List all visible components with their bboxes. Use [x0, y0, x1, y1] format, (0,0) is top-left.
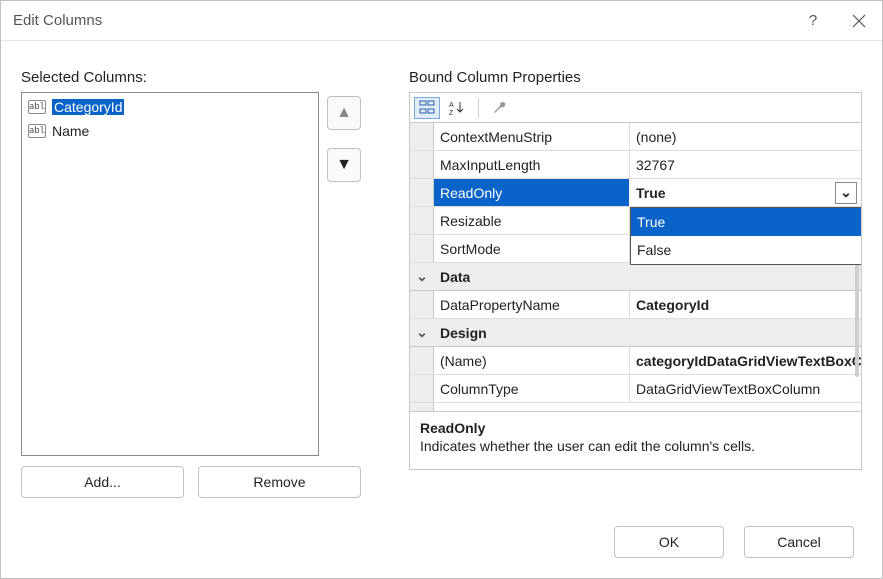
ok-button[interactable]: OK	[614, 526, 724, 558]
toolbar-separator	[478, 98, 479, 118]
dropdown-toggle[interactable]: ⌄	[835, 182, 857, 204]
chevron-down-icon: ⌄	[840, 184, 852, 201]
bound-props-label: Bound Column Properties	[409, 69, 862, 86]
textfield-icon: abl	[28, 124, 46, 138]
category-label: Data	[434, 263, 470, 290]
property-row-readonly[interactable]: ReadOnly True ⌄	[410, 179, 861, 207]
categorized-view-button[interactable]	[414, 97, 440, 119]
arrow-down-icon: ▼	[336, 156, 352, 174]
property-pages-button[interactable]	[487, 97, 513, 119]
sort-az-icon: A Z	[449, 100, 465, 116]
titlebar: Edit Columns ?	[1, 1, 882, 41]
list-item-label: Name	[52, 123, 89, 139]
remove-button[interactable]: Remove	[198, 466, 361, 498]
property-name: SortMode	[434, 235, 630, 262]
property-value[interactable]: DataGridViewTextBoxColumn	[630, 375, 861, 402]
help-icon: ?	[809, 12, 817, 29]
property-name: ColumnType	[434, 375, 630, 402]
add-button[interactable]: Add...	[21, 466, 184, 498]
property-value[interactable]: CategoryId	[630, 291, 861, 318]
cancel-button[interactable]: Cancel	[744, 526, 854, 558]
property-row-maxinputlength[interactable]: MaxInputLength 32767	[410, 151, 861, 179]
selected-columns-label: Selected Columns:	[21, 69, 361, 86]
categorized-icon	[419, 100, 435, 116]
property-grid[interactable]: ContextMenuStrip (none) MaxInputLength 3…	[409, 122, 862, 412]
property-row-datapropertyname[interactable]: DataPropertyName CategoryId	[410, 291, 861, 319]
property-name: ContextMenuStrip	[434, 123, 630, 150]
help-text: Indicates whether the user can edit the …	[420, 438, 851, 454]
property-row-name[interactable]: (Name) categoryIdDataGridViewTextBoxColu…	[410, 347, 861, 375]
help-button[interactable]: ?	[790, 1, 836, 41]
dialog-footer: OK Cancel	[1, 508, 882, 578]
propertygrid-toolbar: A Z	[409, 92, 862, 122]
svg-text:Z: Z	[449, 110, 454, 116]
wrench-icon	[492, 100, 508, 116]
property-category-design[interactable]: ⌄ Design	[410, 319, 861, 347]
property-name: MaxInputLength	[434, 151, 630, 178]
move-up-button[interactable]: ▲	[327, 96, 361, 130]
property-category-data[interactable]: ⌄ Data	[410, 263, 861, 291]
help-title: ReadOnly	[420, 420, 851, 436]
selected-columns-listbox[interactable]: abl CategoryId abl Name	[21, 92, 319, 456]
property-name: (Name)	[434, 347, 630, 374]
property-row-columntype[interactable]: ColumnType DataGridViewTextBoxColumn	[410, 375, 861, 403]
property-help-pane: ReadOnly Indicates whether the user can …	[409, 412, 862, 470]
property-value[interactable]: 32767	[630, 151, 861, 178]
dialog-title: Edit Columns	[13, 12, 102, 29]
property-value[interactable]: True ⌄	[630, 179, 861, 206]
list-item[interactable]: abl Name	[24, 119, 316, 143]
expand-icon[interactable]: ⌄	[410, 324, 434, 341]
property-name: Resizable	[434, 207, 630, 234]
property-name: ReadOnly	[434, 179, 630, 206]
property-row-contextmenustrip[interactable]: ContextMenuStrip (none)	[410, 123, 861, 151]
category-label: Design	[434, 319, 487, 346]
dropdown-option-false[interactable]: False	[631, 236, 862, 264]
list-item[interactable]: abl CategoryId	[24, 95, 316, 119]
close-icon	[852, 14, 866, 28]
svg-text:A: A	[449, 102, 454, 109]
arrow-up-icon: ▲	[336, 104, 352, 122]
edit-columns-dialog: Edit Columns ? Selected Columns: abl Cat…	[0, 0, 883, 579]
move-down-button[interactable]: ▼	[327, 148, 361, 182]
property-value[interactable]: categoryIdDataGridViewTextBoxColumn	[630, 347, 861, 374]
property-value[interactable]: (none)	[630, 123, 861, 150]
textfield-icon: abl	[28, 100, 46, 114]
close-button[interactable]	[836, 1, 882, 41]
expand-icon[interactable]: ⌄	[410, 268, 434, 285]
property-name: DataPropertyName	[434, 291, 630, 318]
list-item-label: CategoryId	[52, 99, 124, 115]
readonly-dropdown[interactable]: True False	[630, 207, 862, 265]
alphabetical-view-button[interactable]: A Z	[444, 97, 470, 119]
dropdown-option-true[interactable]: True	[631, 208, 862, 236]
